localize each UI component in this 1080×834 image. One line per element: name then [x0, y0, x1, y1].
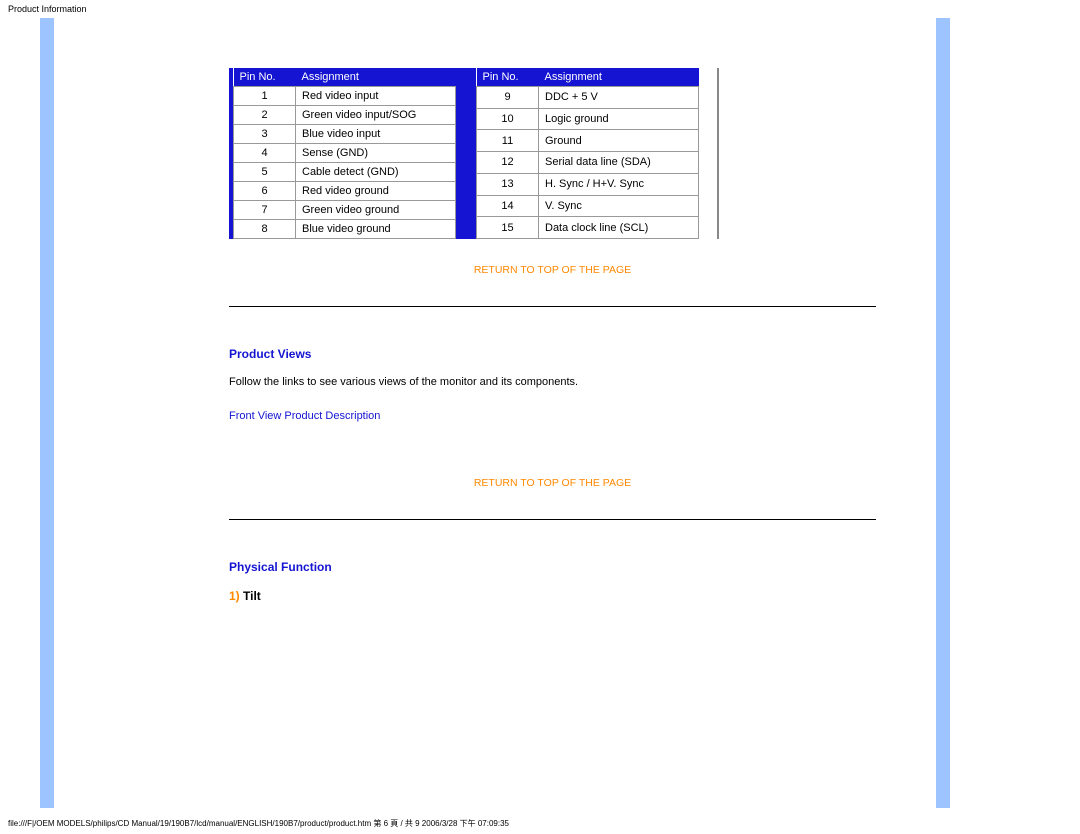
th-pin-right: Pin No.: [477, 68, 539, 87]
return-top-link-2[interactable]: RETURN TO TOP OF THE PAGE: [229, 477, 876, 489]
assign-cell: Red video ground: [296, 182, 456, 201]
footer-file-path: file:///F|/OEM MODELS/philips/CD Manual/…: [0, 814, 1080, 833]
assign-cell: DDC + 5 V: [539, 87, 699, 109]
th-pin-left: Pin No.: [234, 68, 296, 87]
table-row: 14V. Sync: [477, 195, 699, 217]
pin-cell: 7: [234, 201, 296, 220]
pin-table-right: Pin No. Assignment 9DDC + 5 V 10Logic gr…: [476, 68, 699, 239]
table-row: 4Sense (GND): [234, 144, 456, 163]
assign-cell: Ground: [539, 130, 699, 152]
pin-cell: 4: [234, 144, 296, 163]
table-row: 7Green video ground: [234, 201, 456, 220]
pin-table-left: Pin No. Assignment 1Red video input 2Gre…: [233, 68, 456, 239]
assign-cell: Blue video ground: [296, 220, 456, 239]
assign-cell: H. Sync / H+V. Sync: [539, 173, 699, 195]
table-row: 11Ground: [477, 130, 699, 152]
th-assign-left: Assignment: [296, 68, 456, 87]
tilt-heading: 1) Tilt: [229, 589, 876, 603]
right-sidebar-bar: [936, 18, 950, 808]
main-content: Pin No. Assignment 1Red video input 2Gre…: [54, 18, 936, 808]
divider-2: [229, 519, 876, 520]
pin-cell: 3: [234, 125, 296, 144]
tilt-image-placeholder: [229, 603, 876, 783]
table-row: 5Cable detect (GND): [234, 163, 456, 182]
page-container: Pin No. Assignment 1Red video input 2Gre…: [0, 18, 1080, 808]
tilt-number: 1): [229, 589, 240, 603]
pin-cell: 10: [477, 108, 539, 130]
right-margin: [950, 18, 1080, 808]
assign-cell: Blue video input: [296, 125, 456, 144]
table-row: 2Green video input/SOG: [234, 106, 456, 125]
table-row: 9DDC + 5 V: [477, 87, 699, 109]
pin-cell: 15: [477, 217, 539, 239]
assign-cell: Cable detect (GND): [296, 163, 456, 182]
table-row: 1Red video input: [234, 87, 456, 106]
front-view-link[interactable]: Front View Product Description: [229, 410, 380, 422]
left-margin: [0, 18, 40, 808]
assign-cell: Red video input: [296, 87, 456, 106]
table-row: 13H. Sync / H+V. Sync: [477, 173, 699, 195]
assign-cell: Logic ground: [539, 108, 699, 130]
pin-cell: 8: [234, 220, 296, 239]
divider-1: [229, 306, 876, 307]
page-header-title: Product Information: [0, 0, 1080, 18]
table-row: 8Blue video ground: [234, 220, 456, 239]
left-sidebar-bar: [40, 18, 54, 808]
return-top-link-1[interactable]: RETURN TO TOP OF THE PAGE: [229, 264, 876, 276]
assign-cell: Green video ground: [296, 201, 456, 220]
heading-product-views: Product Views: [229, 347, 876, 361]
table-divider: [456, 68, 476, 239]
product-views-body: Follow the links to see various views of…: [229, 376, 876, 388]
pin-cell: 12: [477, 152, 539, 174]
table-row: 6Red video ground: [234, 182, 456, 201]
table-row: 3Blue video input: [234, 125, 456, 144]
assign-cell: Serial data line (SDA): [539, 152, 699, 174]
th-assign-right: Assignment: [539, 68, 699, 87]
assign-cell: Data clock line (SCL): [539, 217, 699, 239]
pin-tables: Pin No. Assignment 1Red video input 2Gre…: [229, 68, 719, 239]
pin-cell: 1: [234, 87, 296, 106]
pin-cell: 9: [477, 87, 539, 109]
table-row: 15Data clock line (SCL): [477, 217, 699, 239]
tilt-label: Tilt: [243, 589, 261, 603]
table-row: 12Serial data line (SDA): [477, 152, 699, 174]
pin-cell: 13: [477, 173, 539, 195]
pin-cell: 6: [234, 182, 296, 201]
assign-cell: Sense (GND): [296, 144, 456, 163]
assign-cell: Green video input/SOG: [296, 106, 456, 125]
pin-cell: 14: [477, 195, 539, 217]
pin-cell: 2: [234, 106, 296, 125]
table-row: 10Logic ground: [477, 108, 699, 130]
pin-cell: 5: [234, 163, 296, 182]
heading-physical-function: Physical Function: [229, 560, 876, 574]
assign-cell: V. Sync: [539, 195, 699, 217]
pin-cell: 11: [477, 130, 539, 152]
